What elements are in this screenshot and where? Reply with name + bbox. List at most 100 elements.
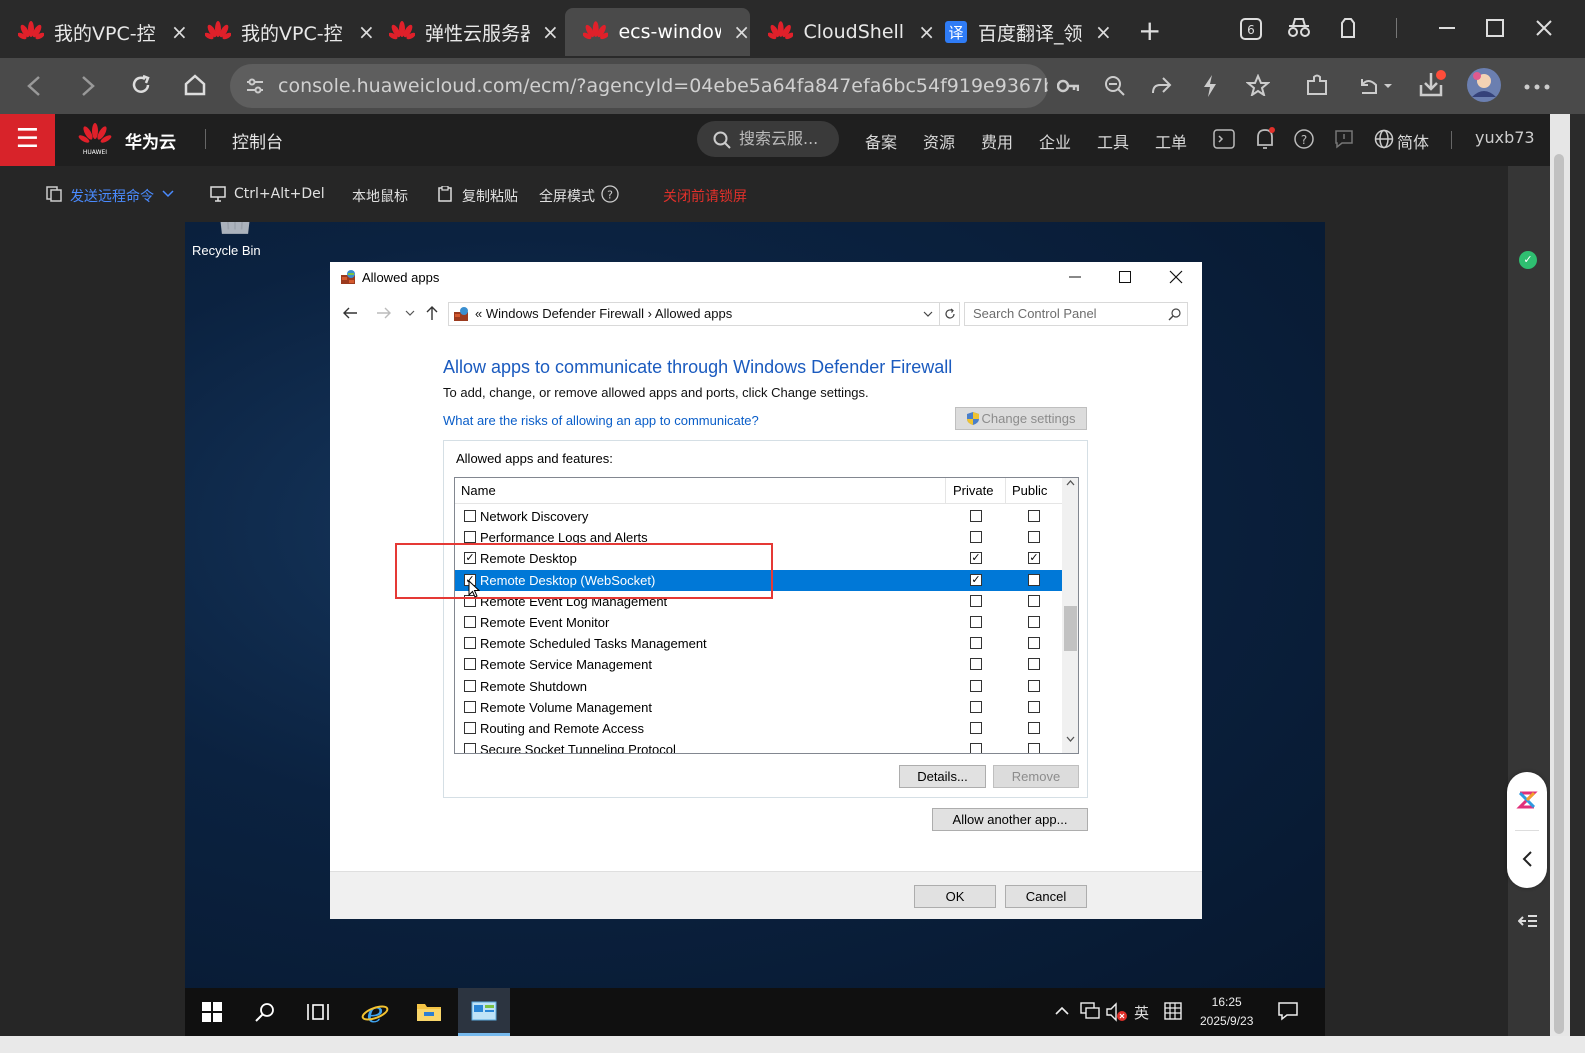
forward-arrow-icon[interactable] bbox=[80, 75, 96, 97]
public-checkbox[interactable] bbox=[1028, 531, 1040, 544]
extension-puzzle-icon[interactable] bbox=[1305, 73, 1329, 97]
up-arrow-icon[interactable] bbox=[425, 305, 439, 321]
extensions-icon[interactable] bbox=[1337, 17, 1359, 39]
ok-button[interactable]: OK bbox=[914, 885, 996, 908]
taskbar-active-app[interactable] bbox=[458, 988, 510, 1036]
cloudshell-terminal-icon[interactable] bbox=[1213, 129, 1235, 149]
favorite-star-icon[interactable] bbox=[1246, 74, 1270, 96]
close-tab-icon[interactable]: × bbox=[733, 20, 750, 44]
browser-tab-active[interactable]: ecs-window × bbox=[565, 8, 750, 56]
new-tab-button[interactable]: + bbox=[1138, 14, 1161, 47]
browser-tab[interactable]: 我的VPC-控 × bbox=[0, 8, 190, 56]
private-checkbox[interactable] bbox=[970, 679, 982, 692]
private-checkbox[interactable] bbox=[970, 722, 982, 734]
breadcrumb-path[interactable]: « Windows Defender Firewall › Allowed ap… bbox=[475, 303, 732, 325]
menu-hamburger-button[interactable]: ☰ bbox=[0, 114, 55, 166]
column-public[interactable]: Public bbox=[1012, 483, 1047, 498]
maximize-icon[interactable] bbox=[1118, 270, 1132, 284]
download-icon[interactable] bbox=[1417, 69, 1447, 99]
home-icon[interactable] bbox=[183, 73, 207, 97]
site-settings-icon[interactable] bbox=[246, 78, 264, 94]
brand-name[interactable]: 华为云 bbox=[125, 128, 176, 153]
list-scrollbar-thumb[interactable] bbox=[1064, 606, 1077, 651]
app-list-row[interactable]: Network Discovery bbox=[455, 506, 1062, 527]
private-checkbox[interactable] bbox=[970, 637, 982, 650]
zoom-out-icon[interactable] bbox=[1104, 75, 1126, 97]
password-key-icon[interactable] bbox=[1057, 76, 1079, 96]
nav-enterprise[interactable]: 企业 bbox=[1039, 129, 1071, 153]
minimize-icon[interactable] bbox=[1068, 270, 1082, 284]
public-checkbox[interactable]: ✓ bbox=[1028, 552, 1040, 565]
recent-locations-chevron-icon[interactable] bbox=[405, 310, 415, 316]
volume-muted-icon[interactable] bbox=[1106, 1002, 1128, 1022]
app-list-row[interactable]: Remote Shutdown bbox=[455, 676, 1062, 697]
close-tab-icon[interactable]: × bbox=[1095, 20, 1112, 44]
feedback-icon[interactable] bbox=[1334, 129, 1354, 149]
reload-icon[interactable] bbox=[130, 74, 152, 96]
forward-arrow-icon[interactable] bbox=[376, 306, 392, 320]
private-checkbox[interactable] bbox=[970, 743, 982, 753]
incognito-icon[interactable] bbox=[1287, 17, 1311, 39]
lightning-icon[interactable] bbox=[1200, 74, 1220, 98]
scroll-up-icon[interactable] bbox=[1066, 480, 1075, 486]
ime-mode-icon[interactable] bbox=[1164, 1002, 1182, 1020]
browser-tab[interactable]: 我的VPC-控 × bbox=[187, 8, 377, 56]
app-enabled-checkbox[interactable] bbox=[464, 531, 476, 544]
app-enabled-checkbox[interactable] bbox=[464, 510, 476, 522]
nav-billing[interactable]: 费用 bbox=[981, 129, 1013, 153]
details-button[interactable]: Details... bbox=[899, 765, 986, 788]
username[interactable]: yuxb73 bbox=[1475, 128, 1535, 147]
console-search-box[interactable]: 搜索云服... bbox=[697, 121, 839, 157]
app-enabled-checkbox[interactable] bbox=[464, 722, 476, 734]
private-checkbox[interactable] bbox=[970, 700, 982, 713]
browser-tab[interactable]: 译 百度翻译_领 × bbox=[924, 8, 1114, 56]
search-control-panel-input[interactable]: Search Control Panel bbox=[964, 302, 1188, 326]
assistant-logo-icon[interactable] bbox=[1516, 789, 1538, 811]
app-enabled-checkbox[interactable] bbox=[464, 679, 476, 692]
recycle-bin-label[interactable]: Recycle Bin bbox=[192, 243, 261, 258]
nav-filing[interactable]: 备案 bbox=[865, 129, 897, 153]
public-checkbox[interactable] bbox=[1028, 573, 1040, 586]
notification-bell-icon[interactable] bbox=[1254, 127, 1276, 151]
taskbar-clock[interactable]: 16:25 2025/9/23 bbox=[1200, 993, 1253, 1031]
undo-history-icon[interactable] bbox=[1358, 75, 1394, 97]
tab-overview-icon[interactable]: 6 bbox=[1240, 18, 1262, 40]
page-scrollbar[interactable] bbox=[1550, 114, 1570, 1038]
change-settings-button[interactable]: Change settings bbox=[955, 407, 1087, 430]
search-icon[interactable] bbox=[255, 1002, 275, 1022]
public-checkbox[interactable] bbox=[1028, 637, 1040, 650]
allow-another-app-button[interactable]: Allow another app... bbox=[932, 808, 1088, 831]
url-field[interactable]: console.huaweicloud.com/ecm/?agencyId=04… bbox=[230, 64, 1048, 108]
file-explorer-icon[interactable] bbox=[416, 1000, 442, 1022]
private-checkbox[interactable] bbox=[970, 510, 982, 522]
chevron-down-icon[interactable] bbox=[923, 311, 933, 318]
back-arrow-icon[interactable] bbox=[342, 306, 358, 320]
chevron-down-icon[interactable] bbox=[162, 190, 174, 198]
nav-tools[interactable]: 工具 bbox=[1097, 129, 1129, 153]
collapse-panel-icon[interactable] bbox=[1518, 912, 1538, 930]
page-scrollbar-thumb[interactable] bbox=[1554, 154, 1564, 1034]
app-list-row[interactable]: Secure Socket Tunneling Protocol bbox=[455, 739, 1062, 753]
browser-tab[interactable]: CloudShell × bbox=[750, 8, 935, 56]
app-list-row[interactable]: Remote Service Management bbox=[455, 654, 1062, 675]
copy-paste-button[interactable]: 复制粘贴 bbox=[462, 186, 518, 206]
private-checkbox[interactable] bbox=[970, 594, 982, 607]
private-checkbox[interactable]: ✓ bbox=[970, 552, 982, 565]
back-arrow-icon[interactable] bbox=[26, 75, 42, 97]
send-remote-command-button[interactable]: 发送远程命令 bbox=[70, 186, 154, 206]
column-divider[interactable] bbox=[1005, 478, 1006, 504]
windows-start-icon[interactable] bbox=[202, 1002, 222, 1022]
network-icon[interactable] bbox=[1080, 1002, 1100, 1020]
app-list-row[interactable]: Remote Scheduled Tasks Management bbox=[455, 633, 1062, 654]
app-enabled-checkbox[interactable] bbox=[464, 700, 476, 713]
cancel-button[interactable]: Cancel bbox=[1005, 885, 1087, 908]
remove-button[interactable]: Remove bbox=[993, 765, 1079, 788]
ctrl-alt-del-button[interactable]: Ctrl+Alt+Del bbox=[234, 186, 325, 202]
fullscreen-button[interactable]: 全屏模式 bbox=[539, 186, 595, 206]
app-list-row[interactable]: Remote Event Monitor bbox=[455, 612, 1062, 633]
list-scrollbar[interactable] bbox=[1062, 478, 1078, 753]
chevron-left-icon[interactable] bbox=[1521, 850, 1533, 868]
help-icon[interactable]: ? bbox=[601, 185, 619, 203]
help-icon[interactable]: ? bbox=[1294, 129, 1314, 149]
allowed-apps-list[interactable]: Name Private Public Network Discovery Per… bbox=[454, 477, 1079, 754]
